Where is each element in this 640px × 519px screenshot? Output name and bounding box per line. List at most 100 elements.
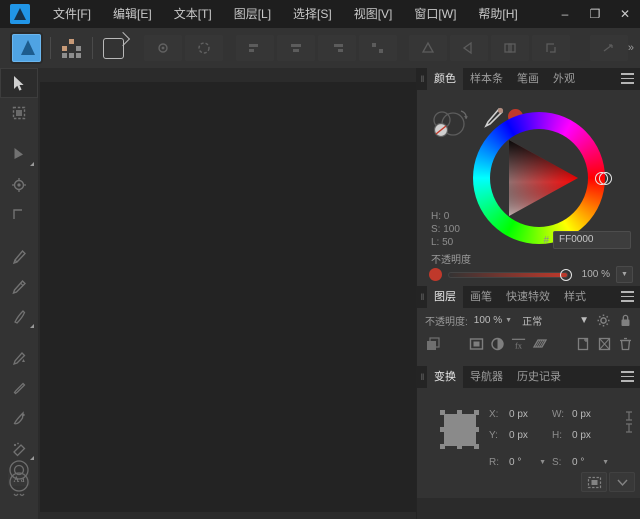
transform-anchor-grid[interactable] <box>439 410 481 450</box>
shape-builder-tool[interactable] <box>0 200 38 230</box>
move-tool[interactable] <box>0 68 38 98</box>
menu-bar: 文件[F] 编辑[E] 文本[T] 图层[L] 选择[S] 视图[V] 窗口[W… <box>0 0 640 28</box>
minimize-button[interactable]: – <box>550 0 580 28</box>
layer-opacity-select[interactable]: 100 % ▼ <box>474 315 512 326</box>
chevron-down-icon[interactable]: ▼ <box>602 459 615 466</box>
subtract-shapes-button[interactable] <box>450 35 488 61</box>
menu-file[interactable]: 文件[F] <box>42 0 102 28</box>
y-field[interactable]: Y: 0 px <box>489 430 552 441</box>
transform-options-chevron[interactable] <box>609 472 635 492</box>
export-persona-icon[interactable] <box>102 35 125 61</box>
artboard-tool[interactable] <box>0 98 38 128</box>
menu-window[interactable]: 窗口[W] <box>403 0 467 28</box>
application-window: 文件[F] 编辑[E] 文本[T] 图层[L] 选择[S] 视图[V] 窗口[W… <box>0 0 640 519</box>
align-left-button[interactable] <box>236 35 274 61</box>
transform-panel: X: 0 px W: 0 px Y: 0 px H: 0 px <box>417 388 640 498</box>
panel-grip-icon[interactable]: ‖ <box>417 68 427 90</box>
fill-tool[interactable] <box>0 344 38 374</box>
panel-menu-icon[interactable] <box>621 291 634 302</box>
snapping-button[interactable] <box>185 35 223 61</box>
adjustment-layer-icon[interactable] <box>490 337 506 352</box>
panel-grip-icon[interactable]: ‖ <box>417 366 427 388</box>
layer-stack-icon[interactable] <box>425 337 441 352</box>
fx-layer-icon[interactable]: fx <box>511 337 527 352</box>
menu-layer[interactable]: 图层[L] <box>223 0 282 28</box>
panel-menu-icon[interactable] <box>621 73 634 84</box>
x-field[interactable]: X: 0 px <box>489 409 552 420</box>
align-center-button[interactable] <box>277 35 315 61</box>
new-layer-icon[interactable] <box>575 337 591 352</box>
tab-layers[interactable]: 图层 <box>427 286 463 308</box>
layer-opacity-label: 不透明度: <box>425 313 468 328</box>
add-shapes-button[interactable] <box>409 35 447 61</box>
panel-grip-icon[interactable]: ‖ <box>417 286 427 308</box>
window-controls: – ❐ ✕ <box>550 0 640 28</box>
transform-toggle-button[interactable] <box>590 35 628 61</box>
intersect-shapes-button[interactable] <box>491 35 529 61</box>
corner-tool[interactable] <box>0 170 38 200</box>
transform-row-rotation: R: 0 ° ▼ S: 0 ° ▼ <box>489 452 615 473</box>
chevron-down-icon[interactable]: ▼ <box>616 266 633 283</box>
y-value: 0 px <box>509 430 528 441</box>
close-button[interactable]: ✕ <box>610 0 640 28</box>
menu-help[interactable]: 帮助[H] <box>467 0 528 28</box>
document-canvas[interactable] <box>40 82 416 512</box>
tab-appearance[interactable]: 外观 <box>546 68 582 90</box>
menu-edit[interactable]: 编辑[E] <box>102 0 163 28</box>
transform-mode-icon[interactable] <box>581 472 607 492</box>
tab-stroke[interactable]: 笔画 <box>510 68 546 90</box>
tab-styles[interactable]: 样式 <box>557 286 593 308</box>
gear-icon[interactable] <box>595 313 611 328</box>
s-field[interactable]: S: 0 ° ▼ <box>552 457 615 468</box>
new-document-button[interactable] <box>144 35 182 61</box>
hex-input[interactable]: FF0000 <box>553 231 631 249</box>
designer-persona-icon[interactable] <box>12 34 41 62</box>
chevron-down-icon[interactable]: ▼ <box>539 459 552 466</box>
fill-stroke-swatch[interactable] <box>0 451 38 505</box>
fill-stroke-indicator[interactable] <box>431 104 477 142</box>
hue-selector-handle[interactable] <box>595 172 610 183</box>
w-label: W: <box>552 409 566 420</box>
node-tool[interactable] <box>0 140 38 170</box>
toolbar-overflow-chevron[interactable]: » <box>628 42 634 54</box>
opacity-slider-handle[interactable] <box>560 269 572 281</box>
menu-view[interactable]: 视图[V] <box>343 0 404 28</box>
tab-brushes[interactable]: 画笔 <box>463 286 499 308</box>
link-ratio-icon[interactable] <box>623 410 635 434</box>
lock-icon[interactable] <box>617 313 633 328</box>
pencil-tool[interactable] <box>0 272 38 302</box>
tab-color[interactable]: 颜色 <box>427 68 463 90</box>
opacity-slider[interactable] <box>448 272 568 278</box>
color-wheel[interactable] <box>473 112 605 244</box>
layers-options-row: 不透明度: 100 % ▼ 正常 ▼ <box>417 308 640 332</box>
tab-swatches[interactable]: 样本条 <box>463 68 510 90</box>
tab-history[interactable]: 历史记录 <box>510 366 568 388</box>
main-toolbar: » <box>0 28 640 69</box>
menu-text[interactable]: 文本[T] <box>163 0 223 28</box>
align-right-button[interactable] <box>318 35 356 61</box>
maximize-button[interactable]: ❐ <box>580 0 610 28</box>
pixel-persona-icon[interactable] <box>60 35 83 61</box>
divide-shapes-button[interactable] <box>532 35 570 61</box>
color-picker-tool[interactable] <box>0 374 38 404</box>
toolbar-group-misc <box>590 35 628 61</box>
r-field[interactable]: R: 0 ° ▼ <box>489 457 552 468</box>
tab-navigator[interactable]: 导航器 <box>463 366 510 388</box>
duplicate-layer-icon[interactable] <box>596 337 612 352</box>
pen-tool[interactable] <box>0 242 38 272</box>
vector-brush-tool[interactable] <box>0 302 38 332</box>
distribute-button[interactable] <box>359 35 397 61</box>
opacity-value[interactable]: 100 % <box>574 269 610 280</box>
live-filter-icon[interactable] <box>532 337 548 352</box>
w-field[interactable]: W: 0 px <box>552 409 615 420</box>
mask-layer-icon[interactable] <box>469 337 485 352</box>
tab-effects[interactable]: 快速特效 <box>499 286 557 308</box>
saturation-lightness-triangle[interactable] <box>498 137 580 219</box>
paint-brush-tool[interactable] <box>0 404 38 434</box>
delete-layer-icon[interactable] <box>617 337 633 352</box>
tab-transform[interactable]: 变换 <box>427 366 463 388</box>
blend-mode-select[interactable]: 正常 ▼ <box>518 313 589 328</box>
h-field[interactable]: H: 0 px <box>552 430 615 441</box>
panel-menu-icon[interactable] <box>621 371 634 382</box>
menu-select[interactable]: 选择[S] <box>282 0 343 28</box>
